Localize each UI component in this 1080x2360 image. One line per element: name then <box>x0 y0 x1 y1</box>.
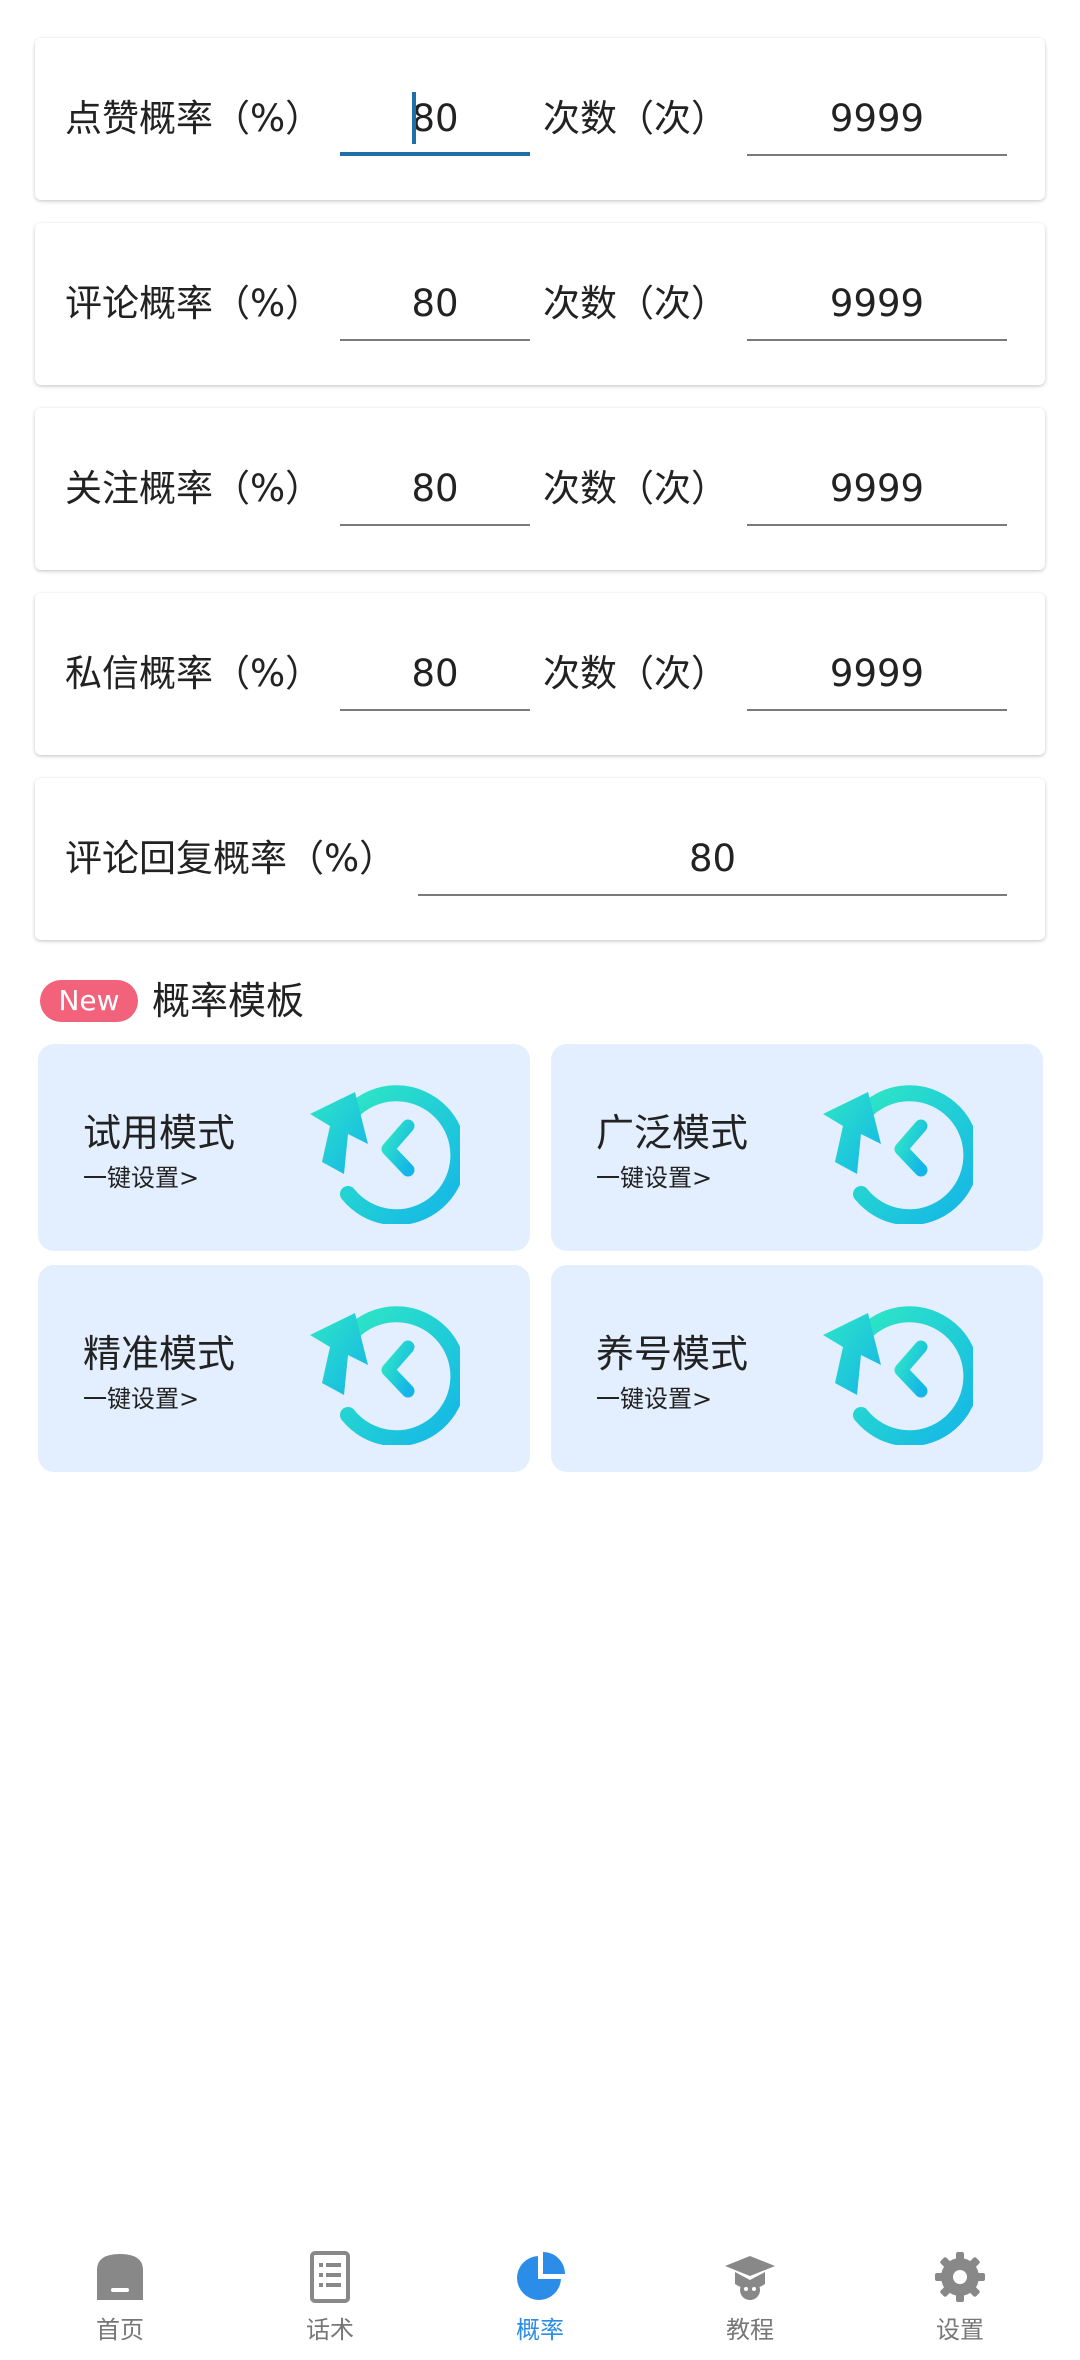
nav-item-probability[interactable]: 概率 <box>460 2230 620 2360</box>
template-name: 试用模式 <box>83 1111 236 1155</box>
message-probability-input[interactable]: 80 <box>340 639 530 711</box>
follow-count-input[interactable]: 9999 <box>747 454 1007 526</box>
script-document-icon <box>310 2251 350 2303</box>
template-card-precise[interactable]: 精准模式 一键设置> <box>38 1265 530 1472</box>
nav-item-scripts[interactable]: 话术 <box>250 2230 410 2360</box>
template-card-broad[interactable]: 广泛模式 一键设置> <box>551 1044 1043 1251</box>
home-icon <box>97 2254 143 2300</box>
nav-item-home[interactable]: 首页 <box>40 2230 200 2360</box>
like-count-value: 9999 <box>829 97 925 140</box>
like-probability-label: 点赞概率（%） <box>65 97 323 140</box>
follow-probability-label: 关注概率（%） <box>65 467 323 510</box>
comment-count-value: 9999 <box>829 282 925 325</box>
nav-label: 教程 <box>726 2316 774 2344</box>
like-count-input[interactable]: 9999 <box>747 84 1007 156</box>
comment-count-input[interactable]: 9999 <box>747 269 1007 341</box>
message-probability-label: 私信概率（%） <box>65 652 323 695</box>
template-action: 一键设置> <box>83 1385 200 1413</box>
comment-probability-label: 评论概率（%） <box>65 282 323 325</box>
text-caret <box>412 92 416 144</box>
message-count-value: 9999 <box>829 652 925 695</box>
comment-probability-card: 评论概率（%） 80 次数（次） 9999 <box>35 223 1045 385</box>
reply-probability-label: 评论回复概率（%） <box>65 837 397 880</box>
template-card-nurture[interactable]: 养号模式 一键设置> <box>551 1265 1043 1472</box>
like-probability-input[interactable]: 80 <box>340 84 530 156</box>
nav-label: 概率 <box>516 2316 564 2344</box>
like-probability-value: 80 <box>411 97 459 140</box>
message-count-input[interactable]: 9999 <box>747 639 1007 711</box>
follow-probability-value: 80 <box>411 467 459 510</box>
follow-count-value: 9999 <box>829 467 925 510</box>
like-probability-card: 点赞概率（%） 80 次数（次） 9999 <box>35 38 1045 200</box>
pie-chart-icon <box>517 2252 565 2300</box>
bottom-navigation: 首页 话术 概率 教程 设置 <box>0 2230 1080 2360</box>
reply-probability-value: 80 <box>688 837 737 880</box>
message-count-label: 次数（次） <box>543 652 728 695</box>
nav-item-tutorial[interactable]: 教程 <box>670 2230 830 2360</box>
follow-probability-card: 关注概率（%） 80 次数（次） 9999 <box>35 408 1045 570</box>
reply-probability-input[interactable]: 80 <box>418 824 1007 896</box>
template-name: 广泛模式 <box>596 1111 749 1155</box>
follow-count-label: 次数（次） <box>543 467 728 510</box>
graduation-cap-icon <box>725 2256 775 2300</box>
template-name: 养号模式 <box>596 1332 749 1376</box>
message-probability-card: 私信概率（%） 80 次数（次） 9999 <box>35 593 1045 755</box>
reset-clock-icon <box>310 1085 460 1224</box>
comment-count-label: 次数（次） <box>543 282 728 325</box>
comment-probability-input[interactable]: 80 <box>340 269 530 341</box>
template-action: 一键设置> <box>596 1164 713 1192</box>
like-count-label: 次数（次） <box>543 97 728 140</box>
template-section-title: 概率模板 <box>152 979 305 1023</box>
template-card-trial[interactable]: 试用模式 一键设置> <box>38 1044 530 1251</box>
reply-probability-card: 评论回复概率（%） 80 <box>35 778 1045 940</box>
reset-clock-icon <box>823 1306 973 1445</box>
message-probability-value: 80 <box>411 652 459 695</box>
template-action: 一键设置> <box>83 1164 200 1192</box>
nav-item-settings[interactable]: 设置 <box>880 2230 1040 2360</box>
reset-clock-icon <box>823 1085 973 1224</box>
comment-probability-value: 80 <box>411 282 459 325</box>
nav-label: 首页 <box>96 2316 144 2344</box>
nav-label: 话术 <box>306 2316 354 2344</box>
new-badge: New <box>40 980 138 1022</box>
gear-icon <box>935 2252 985 2302</box>
template-name: 精准模式 <box>83 1332 236 1376</box>
follow-probability-input[interactable]: 80 <box>340 454 530 526</box>
reset-clock-icon <box>310 1306 460 1445</box>
probability-settings-page: 点赞概率（%） 80 次数（次） 9999 评论概率（%） 80 次数（次） 9… <box>0 0 1080 2360</box>
nav-label: 设置 <box>936 2316 984 2344</box>
template-action: 一键设置> <box>596 1385 713 1413</box>
